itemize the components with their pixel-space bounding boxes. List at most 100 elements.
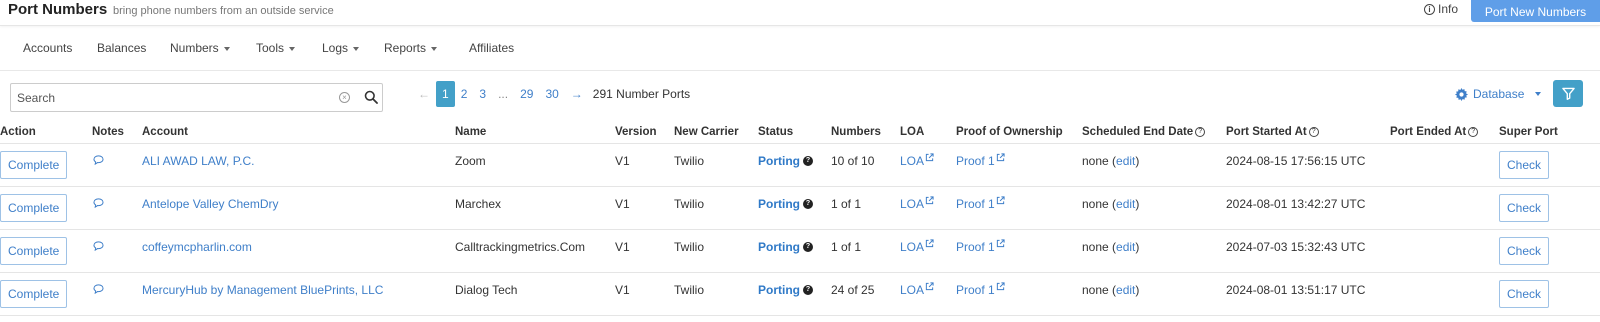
cell-version: V1 — [615, 142, 674, 186]
account-link[interactable]: MercuryHub by Management BluePrints, LLC — [142, 283, 383, 297]
chevron-down-icon — [431, 46, 438, 51]
nav-reports[interactable]: Reports — [384, 41, 438, 55]
clear-icon[interactable]: × — [339, 92, 350, 103]
question-icon[interactable]: ? — [803, 242, 813, 253]
question-icon[interactable]: ? — [803, 285, 813, 296]
header-proof: Proof of Ownership — [956, 121, 1082, 143]
ports-table: Action Notes Account Name Version New Ca… — [0, 121, 1600, 316]
check-button[interactable]: Check — [1499, 236, 1550, 265]
loa-label: LOA — [900, 282, 925, 297]
page-29[interactable]: 29 — [514, 81, 539, 107]
question-icon[interactable]: ? — [1195, 126, 1206, 137]
nav-logs[interactable]: Logs — [322, 41, 360, 55]
cell-scheduled: none (edit) — [1082, 228, 1226, 272]
edit-link[interactable]: edit — [1116, 154, 1135, 168]
scheduled-close: ) — [1135, 196, 1140, 211]
account-link[interactable]: Antelope Valley ChemDry — [142, 197, 279, 211]
question-icon[interactable]: ? — [1308, 126, 1319, 137]
loa-link[interactable]: LOA — [900, 152, 934, 168]
nav-numbers[interactable]: Numbers — [170, 41, 230, 55]
cell-account: MercuryHub by Management BluePrints, LLC — [142, 271, 455, 316]
status-link[interactable]: Porting — [758, 154, 800, 168]
nav-tools-label: Tools — [256, 41, 285, 55]
next-page-arrow-icon[interactable]: → — [565, 81, 589, 107]
check-button[interactable]: Check — [1499, 193, 1550, 222]
filter-button[interactable] — [1553, 80, 1583, 107]
edit-link[interactable]: edit — [1116, 197, 1135, 211]
loa-link[interactable]: LOA — [900, 281, 934, 297]
question-icon[interactable]: ? — [803, 199, 813, 210]
note-icon[interactable] — [93, 197, 104, 208]
header-started-label: Port Started At — [1226, 125, 1307, 138]
cell-numbers: 1 of 1 — [831, 185, 900, 229]
table-row: Complete MercuryHub by Management BluePr… — [0, 271, 1600, 316]
header-numbers-label: Numbers — [831, 125, 881, 138]
cell-carrier: Twilio — [674, 228, 758, 272]
page-ellipsis: ... — [498, 87, 509, 101]
cell-ended — [1390, 271, 1499, 316]
note-icon[interactable] — [93, 283, 104, 294]
search-input[interactable] — [11, 84, 326, 111]
complete-button[interactable]: Complete — [0, 193, 68, 222]
header-action: Action — [0, 121, 92, 143]
nav-logs-label: Logs — [322, 41, 349, 55]
status-link[interactable]: Porting — [758, 283, 800, 297]
page-30[interactable]: 30 — [539, 81, 564, 107]
scheduled-value: none ( — [1082, 153, 1117, 168]
prev-page-arrow-icon[interactable]: ← — [412, 81, 436, 107]
account-link[interactable]: coffeymcpharlin.com — [142, 240, 252, 254]
check-button[interactable]: Check — [1499, 279, 1550, 308]
proof-link[interactable]: Proof 1 — [956, 281, 1005, 297]
page-3[interactable]: 3 — [473, 81, 492, 107]
header-name-label: Name — [455, 125, 487, 138]
proof-link[interactable]: Proof 1 — [956, 238, 1005, 254]
external-link-icon — [996, 195, 1005, 204]
note-icon[interactable] — [93, 154, 104, 165]
nav-balances[interactable]: Balances — [97, 41, 146, 55]
nav-affiliates[interactable]: Affiliates — [469, 41, 514, 55]
question-icon[interactable]: ? — [1468, 126, 1479, 137]
database-dropdown[interactable]: Database — [1455, 87, 1542, 101]
complete-button[interactable]: Complete — [0, 150, 68, 179]
cell-scheduled: none (edit) — [1082, 185, 1226, 229]
proof-link[interactable]: Proof 1 — [956, 195, 1005, 211]
page-1[interactable]: 1 — [436, 81, 455, 107]
header-account: Account — [142, 121, 455, 143]
header-super: Super Port — [1499, 121, 1600, 143]
status-link[interactable]: Porting — [758, 240, 800, 254]
filter-icon — [1561, 87, 1575, 100]
nav-accounts[interactable]: Accounts — [23, 41, 72, 55]
account-link[interactable]: ALI AWAD LAW, P.C. — [142, 154, 254, 168]
cell-super: Check — [1499, 271, 1600, 316]
port-new-numbers-button[interactable]: Port New Numbers — [1471, 0, 1600, 22]
note-icon[interactable] — [93, 240, 104, 251]
loa-label: LOA — [900, 196, 925, 211]
edit-link[interactable]: edit — [1116, 283, 1135, 297]
cell-action: Complete — [0, 271, 92, 316]
proof-link[interactable]: Proof 1 — [956, 152, 1005, 168]
loa-link[interactable]: LOA — [900, 195, 934, 211]
question-icon[interactable]: ? — [803, 156, 813, 167]
complete-button[interactable]: Complete — [0, 236, 68, 265]
external-link-icon — [925, 238, 934, 247]
proof-label: Proof 1 — [956, 282, 995, 297]
check-button[interactable]: Check — [1499, 150, 1550, 179]
chevron-down-icon — [223, 46, 230, 51]
page-2[interactable]: 2 — [455, 81, 474, 107]
header-super-label: Super Port — [1499, 125, 1558, 138]
nav-tools[interactable]: Tools — [256, 41, 296, 55]
cell-name: Calltrackingmetrics.Com — [455, 228, 615, 272]
complete-button[interactable]: Complete — [0, 279, 68, 308]
loa-link[interactable]: LOA — [900, 238, 934, 254]
cell-carrier: Twilio — [674, 271, 758, 316]
status-link[interactable]: Porting — [758, 197, 800, 211]
cell-numbers: 10 of 10 — [831, 142, 900, 186]
header-proof-label: Proof of Ownership — [956, 125, 1063, 138]
search-icon[interactable] — [364, 90, 378, 104]
cell-version: V1 — [615, 228, 674, 272]
info-link[interactable]: i Info — [1424, 2, 1458, 16]
edit-link[interactable]: edit — [1116, 240, 1135, 254]
loa-label: LOA — [900, 153, 925, 168]
cell-numbers: 1 of 1 — [831, 228, 900, 272]
cell-scheduled: none (edit) — [1082, 271, 1226, 316]
